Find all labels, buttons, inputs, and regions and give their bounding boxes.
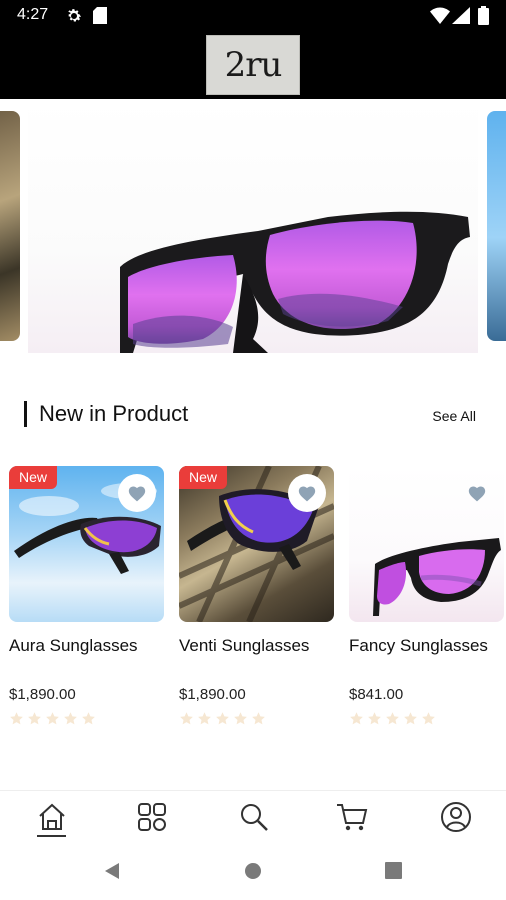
favorite-button[interactable] xyxy=(118,474,156,512)
section-accent-bar xyxy=(24,401,27,427)
hero-carousel[interactable] xyxy=(0,99,506,365)
carousel-slide-current[interactable] xyxy=(28,99,478,353)
rating-stars xyxy=(9,711,166,726)
rating-stars xyxy=(179,711,336,726)
product-price: $1,890.00 xyxy=(179,686,246,703)
star-icon xyxy=(82,712,95,725)
nav-home[interactable] xyxy=(32,799,72,835)
product-image[interactable]: New xyxy=(9,466,164,622)
heart-icon xyxy=(298,486,316,502)
star-icon xyxy=(368,712,381,725)
heart-icon xyxy=(128,486,146,502)
back-icon[interactable] xyxy=(103,862,121,880)
wifi-icon xyxy=(430,7,450,29)
profile-icon xyxy=(441,802,471,832)
new-badge: New xyxy=(179,466,228,489)
system-navigation-bar xyxy=(0,842,506,900)
cart-icon xyxy=(337,804,368,831)
nav-profile[interactable] xyxy=(436,799,476,835)
star-icon xyxy=(28,712,41,725)
star-icon xyxy=(216,712,229,725)
product-image[interactable] xyxy=(349,466,504,622)
heart-icon xyxy=(468,486,486,502)
home-icon xyxy=(39,803,65,830)
star-icon xyxy=(46,712,59,725)
star-icon xyxy=(180,712,193,725)
battery-icon xyxy=(478,6,489,30)
logo-text: 2ru xyxy=(224,45,283,85)
star-icon xyxy=(404,712,417,725)
product-name[interactable]: Fancy Sunglasses xyxy=(349,636,506,656)
nav-search[interactable] xyxy=(234,799,274,835)
signal-icon xyxy=(452,7,470,29)
product-card-aura[interactable]: New Aura Sunglasses $1,890.00 xyxy=(9,466,166,726)
brand-logo[interactable]: 2ru xyxy=(206,35,300,95)
app-header: 2ru xyxy=(0,32,506,99)
new-badge: New xyxy=(9,466,58,489)
product-price: $1,890.00 xyxy=(9,686,76,703)
recents-icon[interactable] xyxy=(385,862,402,879)
star-icon xyxy=(10,712,23,725)
new-in-product-section-header: New in Product See All xyxy=(24,398,484,432)
star-icon xyxy=(234,712,247,725)
settings-icon xyxy=(65,7,83,30)
categories-icon xyxy=(138,803,166,831)
nav-cart[interactable] xyxy=(332,799,372,835)
product-card-fancy[interactable]: Fancy Sunglasses $841.00 xyxy=(349,466,506,726)
rating-stars xyxy=(349,711,506,726)
section-title: New in Product xyxy=(39,401,189,426)
see-all-link[interactable]: See All xyxy=(432,408,476,424)
star-icon xyxy=(350,712,363,725)
product-name[interactable]: Aura Sunglasses xyxy=(9,636,166,656)
product-image[interactable]: New xyxy=(179,466,334,622)
favorite-button[interactable] xyxy=(288,474,326,512)
star-icon xyxy=(422,712,435,725)
star-icon xyxy=(64,712,77,725)
sd-card-icon xyxy=(93,7,107,29)
search-icon xyxy=(241,804,268,831)
product-price: $841.00 xyxy=(349,686,404,703)
star-icon xyxy=(252,712,265,725)
star-icon xyxy=(198,712,211,725)
product-card-venti[interactable]: New Venti Sunglasses $1,890.00 xyxy=(179,466,336,726)
bottom-navigation xyxy=(0,790,506,843)
status-bar: 4:27 xyxy=(0,0,506,32)
carousel-slide-next[interactable] xyxy=(487,111,506,341)
carousel-slide-previous[interactable] xyxy=(0,111,20,341)
nav-categories[interactable] xyxy=(132,799,172,835)
favorite-button[interactable] xyxy=(458,474,496,512)
star-icon xyxy=(386,712,399,725)
sunglasses-banner-image xyxy=(120,211,470,353)
home-circle-icon[interactable] xyxy=(244,862,262,880)
active-tab-indicator xyxy=(37,835,66,837)
status-time: 4:27 xyxy=(17,6,49,23)
product-name[interactable]: Venti Sunglasses xyxy=(179,636,336,656)
